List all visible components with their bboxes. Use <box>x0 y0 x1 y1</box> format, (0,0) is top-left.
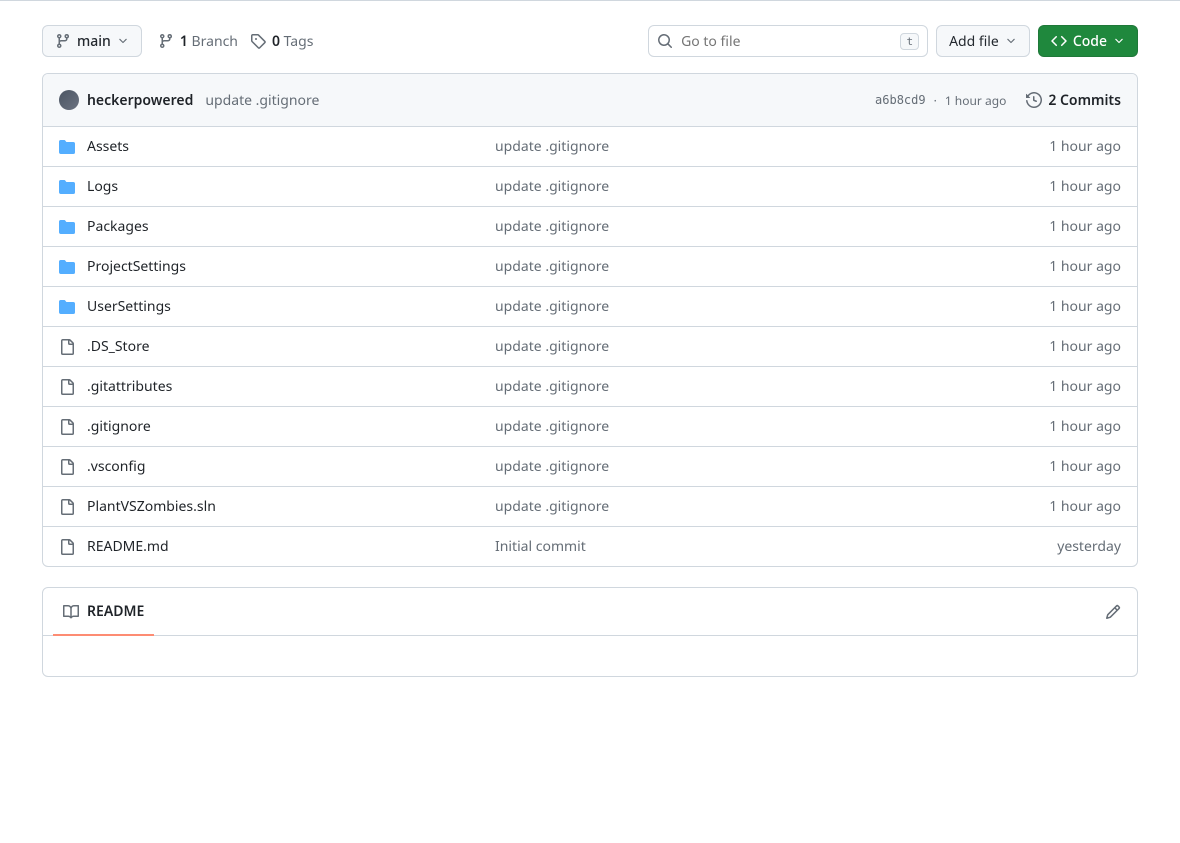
file-time: 1 hour ago <box>981 377 1121 396</box>
file-row: Logs update .gitignore 1 hour ago <box>43 167 1137 207</box>
file-commit-message[interactable]: update .gitignore <box>495 417 609 436</box>
file-commit-message[interactable]: update .gitignore <box>495 457 609 476</box>
file-name-link[interactable]: UserSettings <box>87 297 171 316</box>
chevron-down-icon <box>117 35 129 47</box>
file-time: 1 hour ago <box>981 337 1121 356</box>
file-time: 1 hour ago <box>981 497 1121 516</box>
file-row: PlantVSZombies.sln update .gitignore 1 hou… <box>43 487 1137 527</box>
search-icon <box>657 33 673 49</box>
file-icon <box>59 339 75 355</box>
file-row: ProjectSettings update .gitignore 1 hour a… <box>43 247 1137 287</box>
code-icon <box>1051 33 1067 49</box>
file-icon <box>59 419 75 435</box>
file-icon <box>59 379 75 395</box>
branches-link[interactable]: 1 Branch <box>158 32 238 51</box>
file-time: yesterday <box>981 537 1121 556</box>
file-row: .gitignore update .gitignore 1 hour ago <box>43 407 1137 447</box>
tag-icon <box>250 33 266 49</box>
commit-relative-time: 1 hour ago <box>945 92 1007 109</box>
file-time: 1 hour ago <box>981 217 1121 236</box>
latest-commit-header[interactable]: heckerpowered update .gitignore a6b8cd9 … <box>43 74 1137 127</box>
branch-picker-button[interactable]: main <box>42 25 142 57</box>
folder-icon <box>59 139 75 155</box>
file-row: .gitattributes update .gitignore 1 hour ag… <box>43 367 1137 407</box>
folder-icon <box>59 299 75 315</box>
file-icon <box>59 539 75 555</box>
readme-box: README <box>42 587 1138 677</box>
readme-tab[interactable]: README <box>53 588 154 635</box>
add-file-button[interactable]: Add file <box>936 25 1030 57</box>
file-name-link[interactable]: Assets <box>87 137 129 156</box>
go-to-file-search[interactable]: t <box>648 25 928 57</box>
readme-tab-label: README <box>87 602 144 621</box>
tags-link[interactable]: 0 Tags <box>250 32 314 51</box>
commit-author[interactable]: heckerpowered <box>87 91 193 110</box>
file-commit-message[interactable]: update .gitignore <box>495 137 609 156</box>
folder-icon <box>59 259 75 275</box>
file-commit-message[interactable]: update .gitignore <box>495 257 609 276</box>
file-row: UserSettings update .gitignore 1 hour ago <box>43 287 1137 327</box>
git-branch-icon <box>158 33 174 49</box>
chevron-down-icon <box>1005 35 1017 47</box>
edit-readme-button[interactable] <box>1099 598 1127 626</box>
search-kbd-hint: t <box>900 33 919 50</box>
file-name-link[interactable]: README.md <box>87 537 169 556</box>
file-row: README.md Initial commit yesterday <box>43 527 1137 566</box>
code-button[interactable]: Code <box>1038 25 1138 57</box>
go-to-file-input[interactable] <box>681 32 892 51</box>
readme-body <box>43 636 1137 676</box>
file-commit-message[interactable]: update .gitignore <box>495 497 609 516</box>
git-branch-icon <box>55 33 71 49</box>
file-icon <box>59 499 75 515</box>
file-commit-message[interactable]: update .gitignore <box>495 177 609 196</box>
file-commit-message[interactable]: update .gitignore <box>495 297 609 316</box>
file-tree-box: heckerpowered update .gitignore a6b8cd9 … <box>42 73 1138 567</box>
file-time: 1 hour ago <box>981 457 1121 476</box>
file-time: 1 hour ago <box>981 417 1121 436</box>
book-icon <box>63 604 79 620</box>
file-commit-message[interactable]: update .gitignore <box>495 217 609 236</box>
folder-icon <box>59 219 75 235</box>
file-row: Packages update .gitignore 1 hour ago <box>43 207 1137 247</box>
file-time: 1 hour ago <box>981 137 1121 156</box>
file-name-link[interactable]: .gitattributes <box>87 377 172 396</box>
file-time: 1 hour ago <box>981 177 1121 196</box>
file-commit-message[interactable]: Initial commit <box>495 537 586 556</box>
file-name-link[interactable]: .vsconfig <box>87 457 145 476</box>
branch-name: main <box>77 32 111 51</box>
file-toolbar: main 1 Branch 0 Tags t Add file Cod <box>42 25 1138 57</box>
folder-icon <box>59 179 75 195</box>
file-name-link[interactable]: Logs <box>87 177 118 196</box>
file-commit-message[interactable]: update .gitignore <box>495 377 609 396</box>
commit-sha[interactable]: a6b8cd9 <box>875 93 926 107</box>
file-time: 1 hour ago <box>981 297 1121 316</box>
chevron-down-icon <box>1113 35 1125 47</box>
pencil-icon <box>1105 604 1121 620</box>
file-name-link[interactable]: .gitignore <box>87 417 151 436</box>
file-icon <box>59 459 75 475</box>
commit-message[interactable]: update .gitignore <box>205 91 319 110</box>
file-name-link[interactable]: Packages <box>87 217 149 236</box>
avatar[interactable] <box>59 90 79 110</box>
file-row: .vsconfig update .gitignore 1 hour ago <box>43 447 1137 487</box>
file-row: Assets update .gitignore 1 hour ago <box>43 127 1137 167</box>
file-row: .DS_Store update .gitignore 1 hour ago <box>43 327 1137 367</box>
commits-history-link[interactable]: 2 Commits <box>1026 91 1121 110</box>
file-name-link[interactable]: .DS_Store <box>87 337 149 356</box>
file-name-link[interactable]: ProjectSettings <box>87 257 186 276</box>
file-name-link[interactable]: PlantVSZombies.sln <box>87 497 216 516</box>
history-icon <box>1026 92 1042 108</box>
file-commit-message[interactable]: update .gitignore <box>495 337 609 356</box>
file-time: 1 hour ago <box>981 257 1121 276</box>
